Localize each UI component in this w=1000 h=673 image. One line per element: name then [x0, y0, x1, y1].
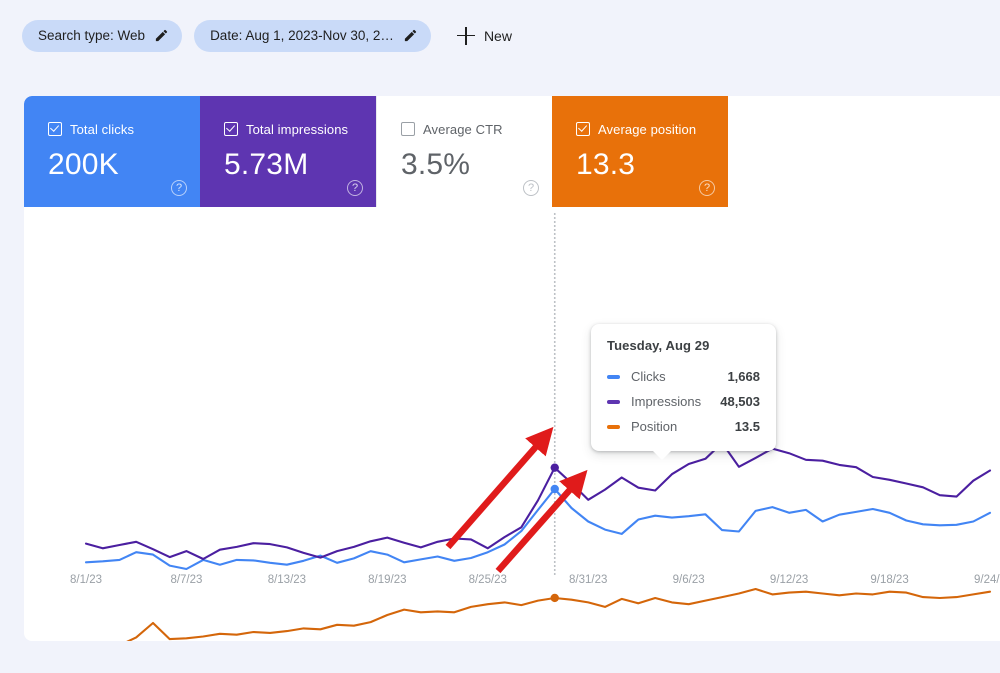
- chart-hover-dot-position: [551, 594, 559, 602]
- filter-chip-search-type-label: Search type: Web: [38, 28, 145, 43]
- checkbox-total-impressions[interactable]: [224, 122, 238, 136]
- growth-arrow-clicks: [498, 484, 575, 571]
- metric-value-total-clicks: 200K: [48, 147, 200, 183]
- tooltip-row-position: Position 13.5: [607, 414, 760, 439]
- metric-value-average-ctr: 3.5%: [401, 147, 552, 183]
- metric-tile-average-ctr[interactable]: Average CTR 3.5% ?: [376, 96, 552, 207]
- tooltip-series-name: Impressions: [631, 394, 720, 409]
- filter-chip-search-type[interactable]: Search type: Web: [22, 20, 182, 52]
- legend-swatch-impressions: [607, 400, 620, 404]
- pencil-icon[interactable]: [154, 28, 169, 43]
- metric-title: Average position: [598, 122, 696, 137]
- metric-value-total-impressions: 5.73M: [224, 147, 376, 183]
- tooltip-series-value: 13.5: [735, 419, 760, 434]
- checkbox-total-clicks[interactable]: [48, 122, 62, 136]
- performance-chart[interactable]: 8/1/238/7/238/13/238/19/238/25/238/31/23…: [24, 207, 1000, 641]
- new-filter-button-label: New: [484, 28, 512, 44]
- chart-hover-dot-clicks: [551, 485, 559, 493]
- search-console-performance-page: Search type: Web Date: Aug 1, 2023-Nov 3…: [0, 0, 1000, 673]
- metric-tile-total-clicks[interactable]: Total clicks 200K ?: [24, 96, 200, 207]
- metric-head: Average position: [576, 120, 728, 138]
- filter-chip-date-label: Date: Aug 1, 2023-Nov 30, 2…: [210, 28, 394, 43]
- metric-value-average-position: 13.3: [576, 147, 728, 183]
- metric-head: Total clicks: [48, 120, 200, 138]
- help-icon[interactable]: ?: [171, 180, 187, 196]
- help-icon[interactable]: ?: [347, 180, 363, 196]
- chart-line-position: [86, 589, 990, 641]
- metric-tile-total-impressions[interactable]: Total impressions 5.73M ?: [200, 96, 376, 207]
- tooltip-date: Tuesday, Aug 29: [607, 338, 760, 353]
- checkbox-average-position[interactable]: [576, 122, 590, 136]
- metric-tiles: Total clicks 200K ? Total impressions 5.…: [24, 96, 1000, 207]
- chart-tooltip: Tuesday, Aug 29 Clicks 1,668 Impressions…: [591, 324, 776, 451]
- metric-title: Total clicks: [70, 122, 134, 137]
- tooltip-row-impressions: Impressions 48,503: [607, 389, 760, 414]
- tooltip-series-name: Clicks: [631, 369, 727, 384]
- filter-chip-date[interactable]: Date: Aug 1, 2023-Nov 30, 2…: [194, 20, 431, 52]
- tooltip-series-name: Position: [631, 419, 735, 434]
- chart-hover-dot-impressions: [551, 463, 559, 471]
- tooltip-series-value: 48,503: [720, 394, 760, 409]
- performance-card: Total clicks 200K ? Total impressions 5.…: [24, 96, 1000, 641]
- help-icon[interactable]: ?: [523, 180, 539, 196]
- chart-line-impressions: [86, 443, 990, 559]
- pencil-icon[interactable]: [403, 28, 418, 43]
- metric-title: Average CTR: [423, 122, 503, 137]
- chart-canvas[interactable]: [24, 207, 1000, 641]
- filter-bar: Search type: Web Date: Aug 1, 2023-Nov 3…: [0, 0, 1000, 71]
- metric-head: Total impressions: [224, 120, 376, 138]
- new-filter-button[interactable]: New: [453, 20, 520, 52]
- tooltip-row-clicks: Clicks 1,668: [607, 364, 760, 389]
- growth-arrow-impressions: [448, 441, 541, 547]
- help-icon[interactable]: ?: [699, 180, 715, 196]
- metric-tile-average-position[interactable]: Average position 13.3 ?: [552, 96, 728, 207]
- metric-head: Average CTR: [401, 120, 552, 138]
- legend-swatch-clicks: [607, 375, 620, 379]
- legend-swatch-position: [607, 425, 620, 429]
- metric-title: Total impressions: [246, 122, 348, 137]
- tooltip-series-value: 1,668: [727, 369, 760, 384]
- plus-icon: [457, 27, 475, 45]
- checkbox-average-ctr[interactable]: [401, 122, 415, 136]
